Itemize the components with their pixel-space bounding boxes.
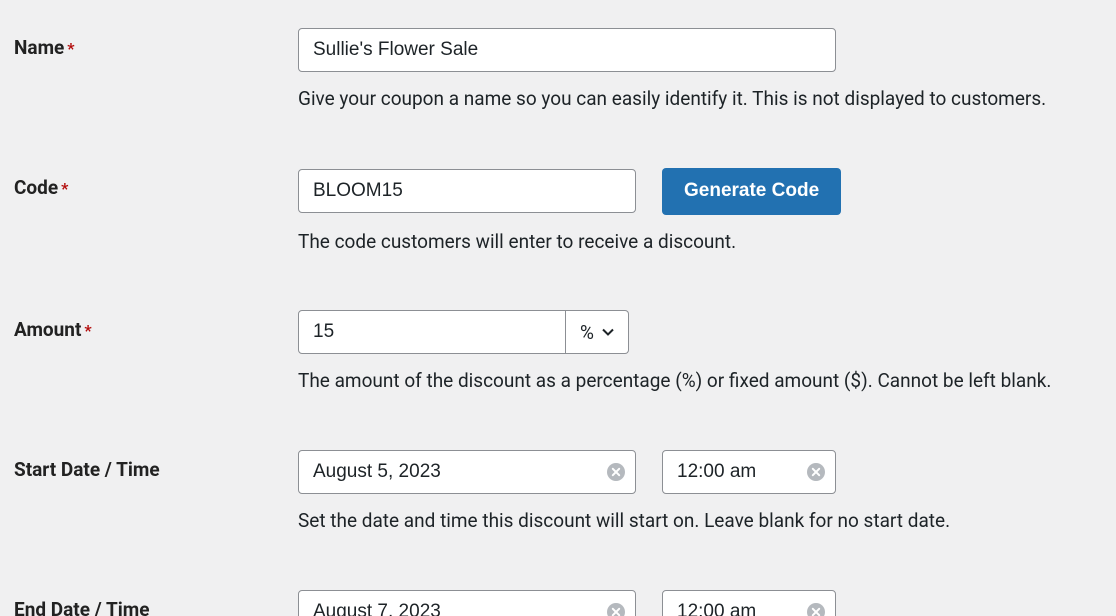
code-help: The code customers will enter to receive… (298, 229, 1098, 255)
code-input[interactable] (298, 169, 636, 213)
label-col: Amount* (14, 310, 298, 341)
row-code: Code* Generate Code The code customers w… (14, 168, 1102, 255)
name-input[interactable] (298, 28, 836, 72)
row-name: Name* Give your coupon a name so you can… (14, 28, 1102, 112)
start-date-input[interactable] (298, 450, 636, 494)
controls: % (298, 310, 1102, 354)
required-asterisk: * (84, 321, 91, 340)
controls (298, 450, 1102, 494)
row-start: Start Date / Time Set the date and time … (14, 450, 1102, 534)
start-label: Start Date / Time (14, 458, 160, 481)
code-label: Code (14, 176, 58, 199)
end-date-input[interactable] (298, 590, 636, 616)
amount-help: The amount of the discount as a percenta… (298, 368, 1098, 394)
close-circle-icon (807, 463, 825, 481)
amount-group: % (298, 310, 629, 354)
field-col: Generate Code The code customers will en… (298, 168, 1102, 255)
label-col: End Date / Time (14, 590, 298, 616)
end-time-wrap (662, 590, 836, 616)
amount-input[interactable] (298, 310, 566, 354)
clear-end-time-button[interactable] (806, 602, 826, 616)
name-label: Name (14, 36, 64, 59)
start-help: Set the date and time this discount will… (298, 508, 1098, 534)
clear-start-time-button[interactable] (806, 462, 826, 482)
close-circle-icon (607, 463, 625, 481)
label-col: Name* (14, 28, 298, 59)
field-col: Set the date and time this discount will… (298, 450, 1102, 534)
controls (298, 28, 1102, 72)
required-asterisk: * (67, 39, 74, 58)
generate-code-button[interactable]: Generate Code (662, 168, 841, 215)
clear-end-date-button[interactable] (606, 602, 626, 616)
clear-start-date-button[interactable] (606, 462, 626, 482)
end-date-wrap (298, 590, 636, 616)
field-col: % The amount of the discount as a percen… (298, 310, 1102, 394)
amount-label: Amount (14, 318, 81, 341)
close-circle-icon (807, 603, 825, 616)
row-amount: Amount* % The amount of the discount as … (14, 310, 1102, 394)
chevron-down-icon (600, 324, 616, 340)
close-circle-icon (607, 603, 625, 616)
row-end: End Date / Time Set the date and time th… (14, 590, 1102, 616)
amount-unit-value: % (580, 321, 594, 344)
label-col: Start Date / Time (14, 450, 298, 481)
coupon-form: Name* Give your coupon a name so you can… (0, 0, 1116, 616)
end-label: End Date / Time (14, 598, 149, 616)
start-time-wrap (662, 450, 836, 494)
name-help: Give your coupon a name so you can easil… (298, 86, 1098, 112)
amount-unit-select[interactable]: % (566, 310, 629, 354)
start-date-wrap (298, 450, 636, 494)
controls: Generate Code (298, 168, 1102, 215)
field-col: Give your coupon a name so you can easil… (298, 28, 1102, 112)
label-col: Code* (14, 168, 298, 199)
controls (298, 590, 1102, 616)
required-asterisk: * (61, 179, 68, 198)
field-col: Set the date and time this discount will… (298, 590, 1102, 616)
